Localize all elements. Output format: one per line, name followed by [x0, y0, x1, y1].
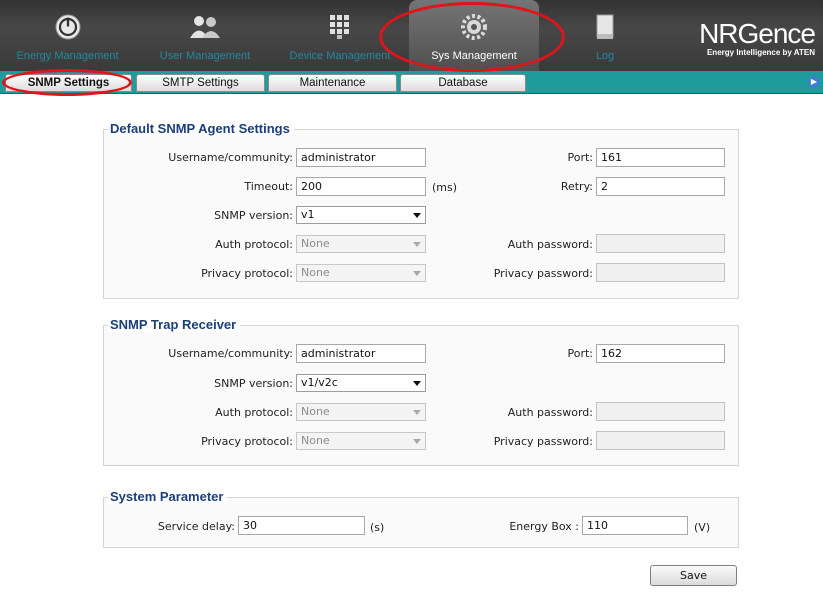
agent-port-input[interactable]: 161	[596, 148, 725, 167]
nav-energy-management[interactable]: Energy Management	[0, 0, 135, 71]
nav-sys-management[interactable]: Sys Management	[409, 0, 539, 71]
nav-label: Log	[595, 50, 615, 62]
agent-username-label: Username/community:	[168, 151, 293, 164]
agent-privacy-password-input[interactable]	[596, 263, 725, 282]
service-delay-label: Service delay:	[157, 520, 235, 533]
service-delay-unit: (s)	[370, 521, 385, 534]
trap-version-select[interactable]: v1/v2c	[296, 374, 426, 392]
agent-privacy-protocol-label: Privacy protocol:	[201, 267, 293, 280]
energy-box-label: Energy Box :	[509, 520, 579, 533]
system-parameter-title: System Parameter	[108, 489, 228, 504]
agent-username-input[interactable]: administrator	[296, 148, 426, 167]
trap-port-input[interactable]: 162	[596, 344, 725, 363]
agent-auth-protocol-select[interactable]: None	[296, 235, 426, 253]
agent-retry-label: Retry:	[560, 180, 593, 193]
trap-auth-protocol-select[interactable]: None	[296, 403, 426, 421]
agent-timeout-unit: (ms)	[432, 181, 458, 194]
scroll-right-icon[interactable]: ▶	[808, 76, 820, 88]
trap-privacy-protocol-select[interactable]: None	[296, 432, 426, 450]
gear-icon	[461, 14, 487, 43]
energy-box-unit: (V)	[694, 521, 711, 534]
chevron-down-icon	[413, 271, 421, 276]
device-grid-icon	[329, 14, 351, 43]
log-icon	[595, 14, 615, 43]
selected-value: None	[301, 266, 330, 279]
nav-label: Sys Management	[431, 50, 517, 62]
users-icon	[188, 14, 222, 43]
agent-settings-title: Default SNMP Agent Settings	[108, 121, 294, 136]
selected-value: v1/v2c	[301, 376, 338, 389]
sub-navigation: SNMP Settings SMTP Settings Maintenance …	[0, 71, 823, 94]
agent-version-select[interactable]: v1	[296, 206, 426, 224]
selected-value: None	[301, 237, 330, 250]
nav-label: User Management	[159, 50, 251, 62]
tab-database[interactable]: Database	[400, 74, 526, 92]
chevron-down-icon	[413, 242, 421, 247]
agent-port-label: Port:	[567, 151, 593, 164]
trap-auth-protocol-label: Auth protocol:	[215, 406, 293, 419]
chevron-down-icon	[413, 213, 421, 218]
selected-value: None	[301, 434, 330, 447]
trap-privacy-protocol-label: Privacy protocol:	[201, 435, 293, 448]
trap-port-label: Port:	[567, 347, 593, 360]
agent-timeout-label: Timeout:	[244, 180, 293, 193]
trap-privacy-password-label: Privacy password:	[493, 435, 593, 448]
chevron-down-icon	[413, 410, 421, 415]
trap-username-input[interactable]: administrator	[296, 344, 426, 363]
agent-auth-protocol-label: Auth protocol:	[215, 238, 293, 251]
nav-log[interactable]: Log	[560, 0, 650, 71]
chevron-down-icon	[413, 439, 421, 444]
trap-receiver-title: SNMP Trap Receiver	[108, 317, 241, 332]
agent-timeout-input[interactable]: 200	[296, 177, 426, 196]
trap-privacy-password-input[interactable]	[596, 431, 725, 450]
save-button[interactable]: Save	[650, 565, 737, 586]
trap-version-label: SNMP version:	[214, 377, 293, 390]
agent-privacy-protocol-select[interactable]: None	[296, 264, 426, 282]
tab-snmp-settings[interactable]: SNMP Settings	[5, 74, 132, 92]
nav-user-management[interactable]: User Management	[140, 0, 270, 71]
tab-smtp-settings[interactable]: SMTP Settings	[136, 74, 265, 92]
selected-value: None	[301, 405, 330, 418]
agent-auth-password-input[interactable]	[596, 234, 725, 253]
nav-label: Energy Management	[16, 50, 119, 62]
energy-box-input[interactable]: 110	[582, 516, 688, 535]
chevron-down-icon	[413, 381, 421, 386]
trap-auth-password-label: Auth password:	[507, 406, 593, 419]
agent-auth-password-label: Auth password:	[507, 238, 593, 251]
power-icon	[55, 14, 81, 43]
service-delay-input[interactable]: 30	[238, 516, 365, 535]
tab-maintenance[interactable]: Maintenance	[268, 74, 397, 92]
top-navigation: Energy Management User Management Device…	[0, 0, 823, 71]
trap-username-label: Username/community:	[168, 347, 293, 360]
brand-logo: NRGence Energy Intelligence by ATEN	[699, 18, 816, 58]
brand-name: NRGence	[699, 18, 816, 49]
agent-privacy-password-label: Privacy password:	[493, 267, 593, 280]
agent-retry-input[interactable]: 2	[596, 177, 725, 196]
agent-version-label: SNMP version:	[214, 209, 293, 222]
trap-auth-password-input[interactable]	[596, 402, 725, 421]
selected-value: v1	[301, 208, 315, 221]
brand-tagline: Energy Intelligence by ATEN	[706, 48, 815, 57]
nav-device-management[interactable]: Device Management	[278, 0, 402, 71]
nav-label: Device Management	[289, 50, 391, 62]
